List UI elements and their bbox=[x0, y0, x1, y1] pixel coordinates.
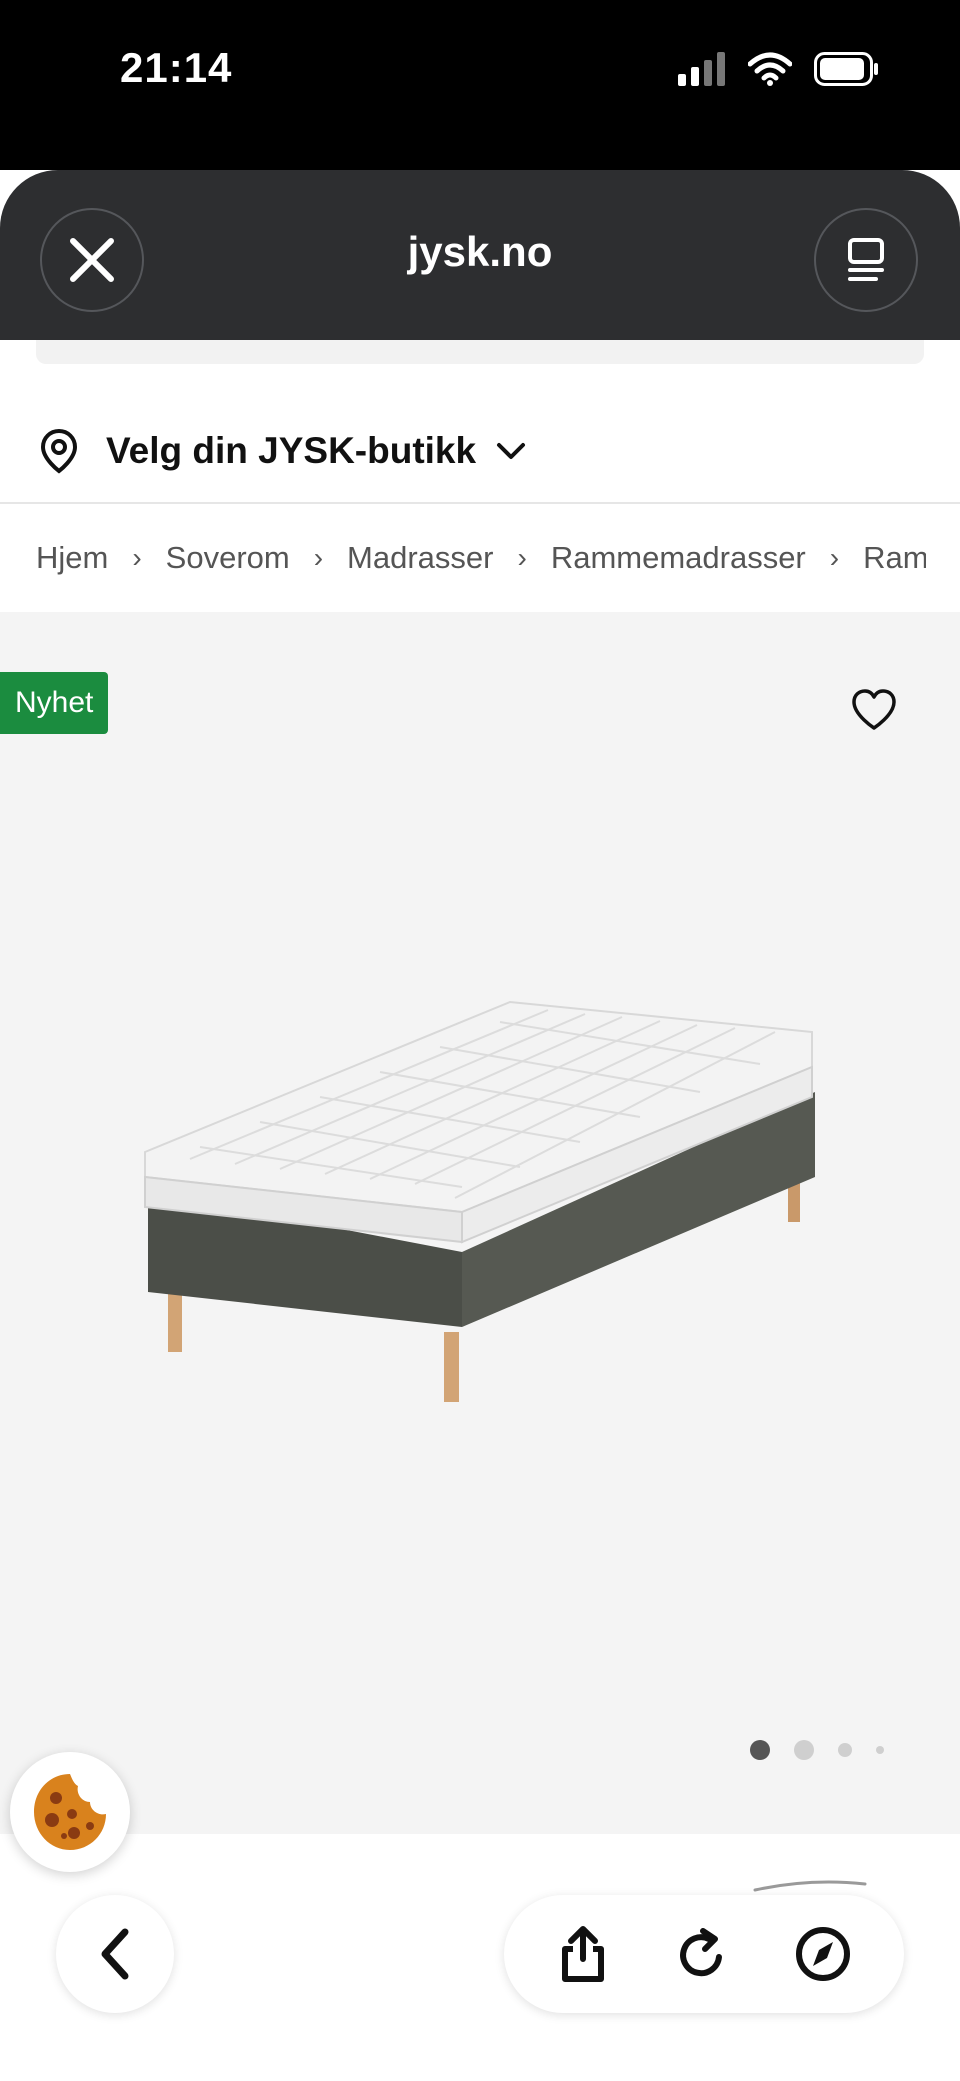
gallery-dot[interactable] bbox=[794, 1740, 814, 1760]
cellular-signal-icon bbox=[678, 52, 726, 86]
toolbar-handle bbox=[753, 1880, 867, 1892]
location-pin-icon bbox=[40, 428, 78, 474]
cookie-icon bbox=[28, 1770, 112, 1854]
back-arrow-icon bbox=[97, 1928, 133, 1980]
reader-icon bbox=[846, 238, 886, 282]
gallery-dot-active[interactable] bbox=[750, 1740, 770, 1760]
browser-header: jysk.no bbox=[0, 170, 960, 340]
breadcrumb: Hjem › Soverom › Madrasser › Rammemadras… bbox=[36, 530, 926, 586]
cookie-settings-button[interactable] bbox=[10, 1752, 130, 1872]
status-time: 21:14 bbox=[120, 44, 233, 91]
chevron-right-icon: › bbox=[313, 542, 324, 573]
breadcrumb-item-soverom[interactable]: Soverom bbox=[166, 540, 290, 576]
chevron-right-icon: › bbox=[132, 542, 142, 573]
breadcrumb-item-madrasser[interactable]: Madrasser bbox=[347, 540, 493, 576]
breadcrumb-item-current[interactable]: Ramm bbox=[863, 540, 926, 576]
store-selector-label: Velg din JYSK-butikk bbox=[106, 430, 477, 471]
chevron-down-icon bbox=[496, 441, 526, 461]
status-icons bbox=[678, 52, 880, 86]
reload-button[interactable] bbox=[675, 1927, 729, 1981]
share-button[interactable] bbox=[557, 1925, 609, 1983]
gallery-dot[interactable] bbox=[838, 1743, 852, 1757]
reader-button[interactable] bbox=[814, 208, 918, 312]
back-button[interactable] bbox=[56, 1895, 174, 2013]
search-bar-remnant bbox=[36, 340, 924, 364]
chevron-right-icon: › bbox=[829, 542, 840, 573]
wifi-icon bbox=[748, 52, 792, 86]
reload-icon bbox=[680, 1928, 722, 1977]
browser-toolbar bbox=[504, 1895, 904, 2013]
status-bar: 21:14 bbox=[0, 0, 960, 170]
gallery-dots bbox=[750, 1740, 884, 1760]
chevron-right-icon: › bbox=[517, 542, 527, 573]
store-selector[interactable]: Velg din JYSK-butikk bbox=[0, 400, 960, 504]
breadcrumb-item-hjem[interactable]: Hjem bbox=[36, 540, 108, 576]
compass-icon bbox=[796, 1927, 850, 1981]
battery-icon bbox=[814, 52, 880, 86]
product-gallery[interactable]: Nyhet bbox=[0, 612, 960, 1834]
share-icon bbox=[562, 1926, 604, 1982]
breadcrumb-item-rammemadrasser[interactable]: Rammemadrasser bbox=[551, 540, 806, 576]
product-image bbox=[144, 1000, 815, 1402]
compass-button[interactable] bbox=[795, 1926, 851, 1982]
gallery-dot[interactable] bbox=[876, 1746, 884, 1754]
